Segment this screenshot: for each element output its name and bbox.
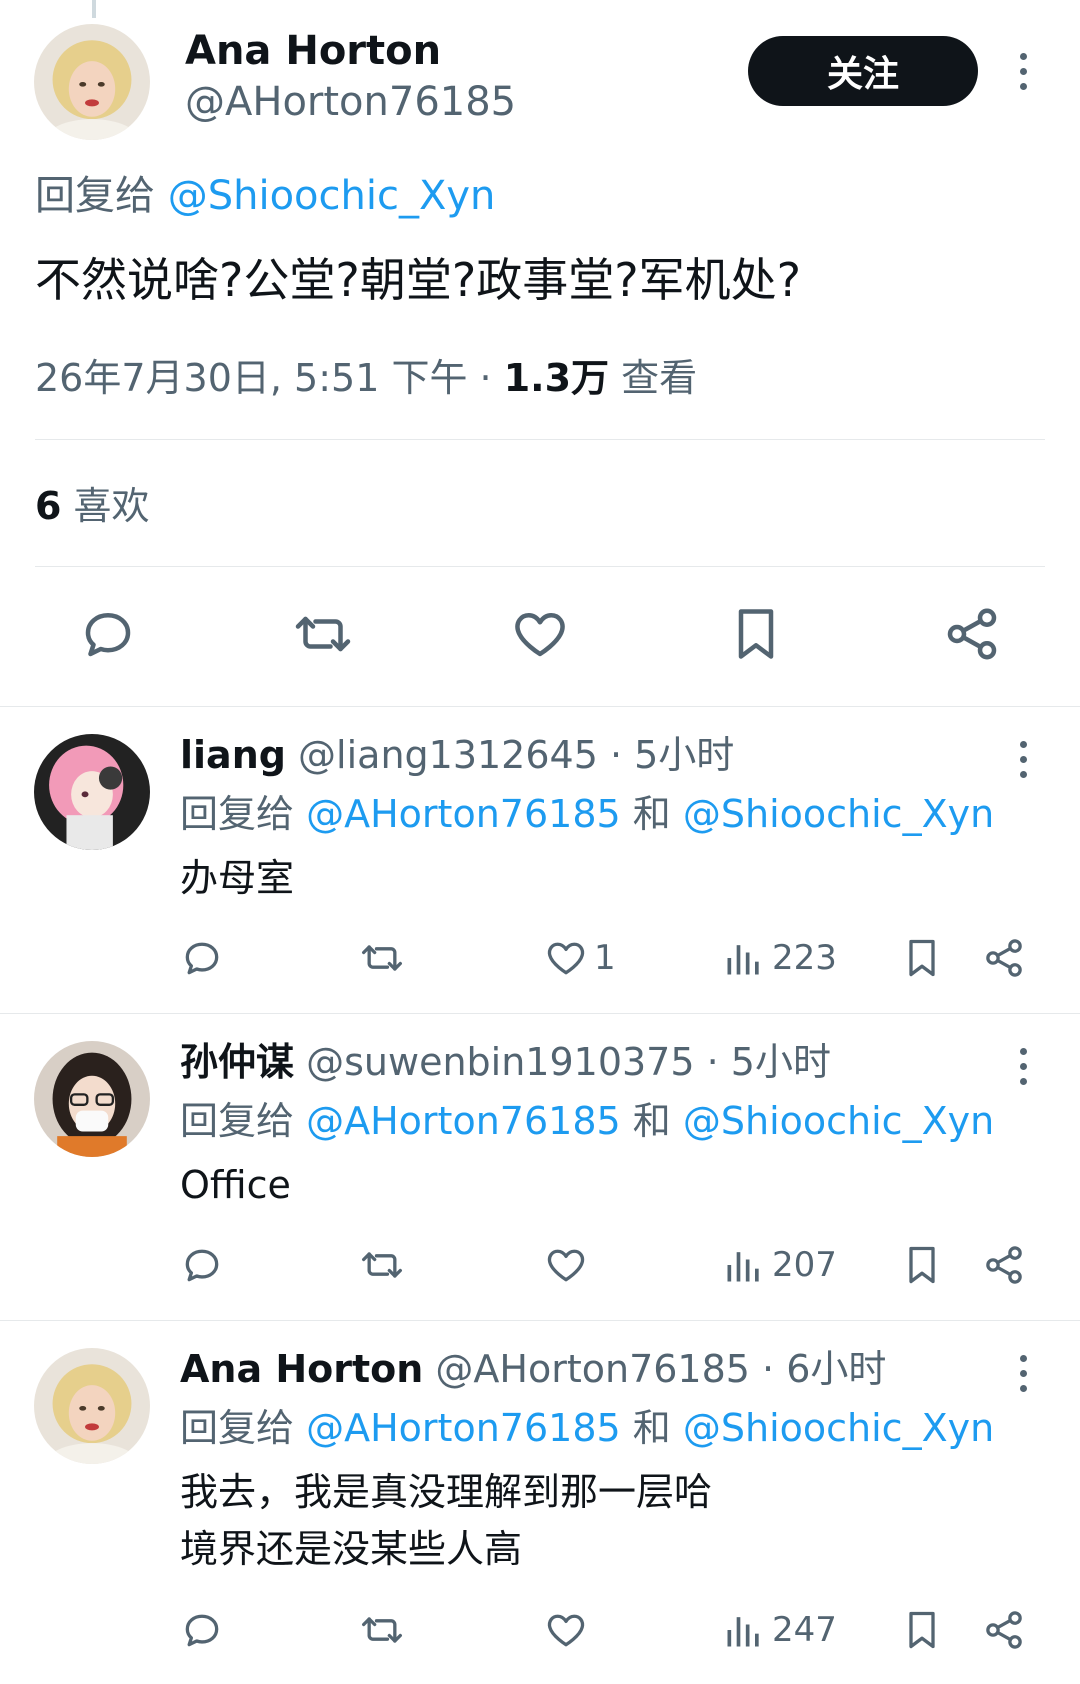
reply-header: liang @liang1312645 · 5小时 (180, 730, 734, 780)
likes-count: 6 (35, 484, 62, 528)
reply-author-handle[interactable]: @liang1312645 (298, 733, 598, 777)
main-post: Ana Horton @AHorton76185 关注 回复给 @Shiooch… (0, 0, 1080, 707)
like-action[interactable] (544, 1243, 594, 1287)
reply-icon[interactable] (78, 604, 138, 664)
follow-button[interactable]: 关注 (748, 36, 978, 106)
views-count: 207 (772, 1245, 837, 1285)
heart-icon (547, 942, 585, 975)
avatar[interactable] (34, 24, 150, 140)
reply-author-name[interactable]: liang (180, 733, 286, 777)
repost-icon[interactable] (293, 604, 353, 664)
reply-time[interactable]: · 5小时 (598, 733, 734, 777)
reply-author-handle[interactable]: @suwenbin1910375 (306, 1040, 694, 1084)
reply-icon[interactable] (180, 1243, 224, 1287)
heart-icon[interactable] (510, 604, 570, 664)
reply-to-line: 回复给 @AHorton76185 和 @Shioochic_Xyn (180, 1095, 994, 1147)
reply-mention-link[interactable]: @Shioochic_Xyn (168, 173, 496, 219)
bookmark-icon[interactable] (900, 1608, 944, 1652)
share-icon[interactable] (942, 604, 1002, 664)
like-count: 1 (594, 938, 616, 978)
reply-prefix: 回复给 (180, 1099, 295, 1143)
mention-link[interactable]: @AHorton76185 (306, 792, 621, 836)
divider (35, 439, 1045, 440)
more-icon[interactable] (1003, 729, 1043, 789)
views-icon (727, 1252, 759, 1282)
heart-icon (547, 1249, 585, 1282)
share-icon[interactable] (982, 1608, 1026, 1652)
mention-link[interactable]: @AHorton76185 (306, 1099, 621, 1143)
reply-to-line: 回复给 @AHorton76185 和 @Shioochic_Xyn (180, 1402, 994, 1454)
mention-link[interactable]: @AHorton76185 (306, 1406, 621, 1450)
divider (35, 566, 1045, 567)
repost-icon[interactable] (360, 1608, 404, 1652)
conj-text: 和 (632, 1099, 671, 1143)
reply-text: 办母室 (180, 856, 295, 900)
more-icon[interactable] (1003, 1036, 1043, 1096)
views-icon (727, 945, 759, 975)
likes-label: 喜欢 (73, 484, 150, 528)
avatar[interactable] (34, 1041, 150, 1157)
reply-author-handle[interactable]: @AHorton76185 (435, 1347, 750, 1391)
reply-post[interactable]: liang @liang1312645 · 5小时 回复给 @AHorton76… (0, 707, 1080, 1014)
reply-prefix: 回复给 (35, 173, 155, 219)
mention-link[interactable]: @Shioochic_Xyn (683, 792, 994, 836)
reply-text: Office (180, 1163, 291, 1207)
post-meta: 26年7月30日, 5:51 下午 · 1.3万 查看 (35, 352, 697, 404)
bookmark-icon[interactable] (900, 1243, 944, 1287)
repost-icon[interactable] (360, 936, 404, 980)
views-count: 247 (772, 1610, 837, 1650)
reply-author-name[interactable]: Ana Horton (180, 1347, 423, 1391)
views-action[interactable]: 207 (722, 1243, 837, 1287)
reply-prefix: 回复给 (180, 792, 295, 836)
bookmark-icon[interactable] (726, 604, 786, 664)
share-icon[interactable] (982, 1243, 1026, 1287)
reply-text-line: 我去，我是真没理解到那一层哈 (180, 1470, 713, 1514)
avatar[interactable] (34, 1348, 150, 1464)
views-label: 查看 (621, 356, 698, 400)
reply-to-line: 回复给 @Shioochic_Xyn (35, 168, 495, 224)
thread-line (92, 0, 96, 18)
like-action[interactable] (544, 1608, 594, 1652)
views-action[interactable]: 223 (722, 936, 837, 980)
reply-header: Ana Horton @AHorton76185 · 6小时 (180, 1344, 886, 1394)
reply-to-line: 回复给 @AHorton76185 和 @Shioochic_Xyn (180, 788, 994, 840)
reply-icon[interactable] (180, 936, 224, 980)
like-action[interactable]: 1 (544, 936, 616, 980)
more-icon[interactable] (1003, 41, 1043, 101)
views-icon (727, 1617, 759, 1647)
bookmark-icon[interactable] (900, 936, 944, 980)
post-timestamp[interactable]: 26年7月30日, 5:51 下午 · (35, 356, 504, 400)
reply-post[interactable]: Ana Horton @AHorton76185 · 6小时 回复给 @AHor… (0, 1321, 1080, 1684)
repost-icon[interactable] (360, 1243, 404, 1287)
post-text: 不然说啥?公堂?朝堂?政事堂?军机处? (35, 253, 802, 307)
conj-text: 和 (632, 1406, 671, 1450)
heart-icon (547, 1614, 585, 1647)
reply-text-line: 境界还是没某些人高 (180, 1527, 523, 1571)
reply-post[interactable]: 孙仲谋 @suwenbin1910375 · 5小时 回复给 @AHorton7… (0, 1014, 1080, 1321)
reply-time[interactable]: · 6小时 (750, 1347, 886, 1391)
views-count: 223 (772, 938, 837, 978)
more-icon[interactable] (1003, 1343, 1043, 1403)
likes-summary[interactable]: 6 喜欢 (35, 478, 150, 534)
avatar[interactable] (34, 734, 150, 850)
reply-header: 孙仲谋 @suwenbin1910375 · 5小时 (180, 1037, 831, 1087)
views-count: 1.3万 (503, 356, 610, 400)
author-handle[interactable]: @AHorton76185 (185, 76, 516, 128)
reply-prefix: 回复给 (180, 1406, 295, 1450)
mention-link[interactable]: @Shioochic_Xyn (683, 1099, 994, 1143)
reply-time[interactable]: · 5小时 (695, 1040, 831, 1084)
author-name[interactable]: Ana Horton (185, 25, 441, 77)
mention-link[interactable]: @Shioochic_Xyn (683, 1406, 994, 1450)
views-action[interactable]: 247 (722, 1608, 837, 1652)
share-icon[interactable] (982, 936, 1026, 980)
reply-author-name[interactable]: 孙仲谋 (180, 1040, 294, 1084)
conj-text: 和 (632, 792, 671, 836)
reply-icon[interactable] (180, 1608, 224, 1652)
